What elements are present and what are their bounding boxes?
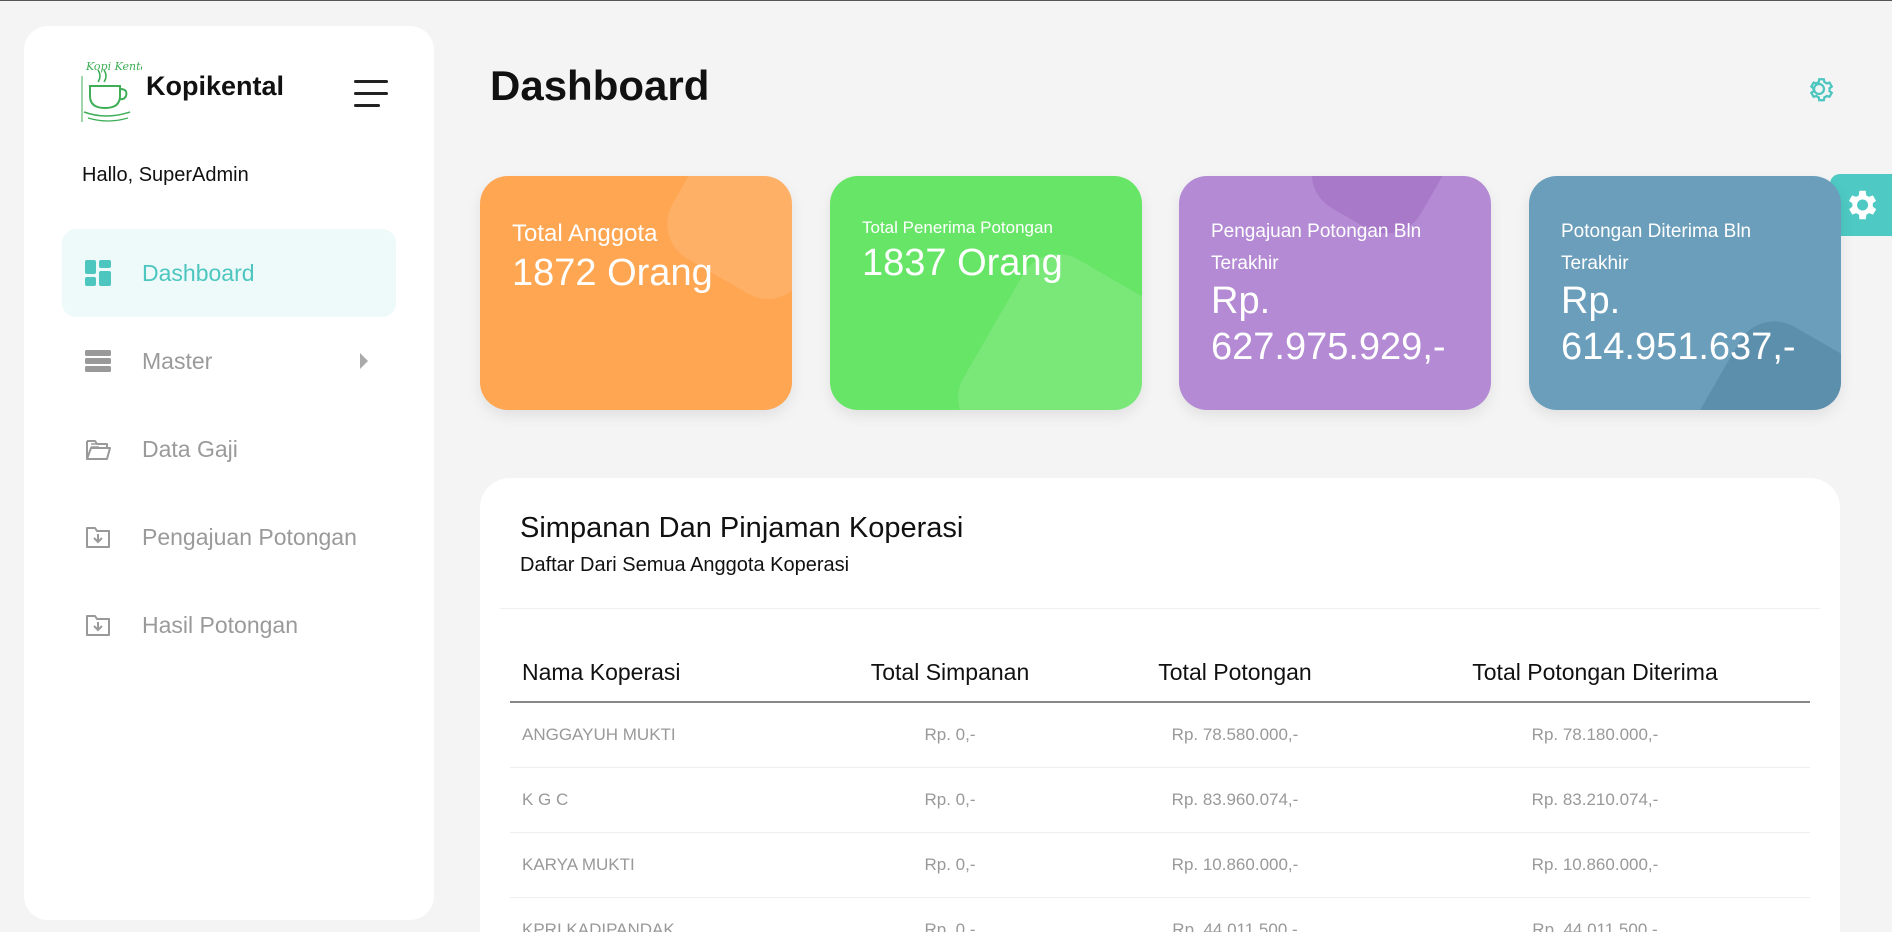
sidebar-item-pengajuan-potongan[interactable]: Pengajuan Potongan	[62, 493, 396, 581]
stat-card-potongan-diterima: Potongan Diterima Bln Terakhir Rp. 614.9…	[1529, 176, 1841, 410]
sidebar-item-label: Pengajuan Potongan	[142, 523, 357, 550]
table-row: KARYA MUKTI Rp. 0,- Rp. 10.860.000,- Rp.…	[510, 832, 1810, 898]
column-header[interactable]: Total Simpanan	[810, 644, 1090, 703]
cell-nama: KARYA MUKTI	[510, 832, 810, 898]
stat-card-total-penerima: Total Penerima Potongan 1837 Orang	[830, 176, 1142, 410]
sidebar-item-label: Data Gaji	[142, 435, 238, 462]
list-icon	[84, 347, 112, 375]
sidebar-item-label: Master	[142, 347, 213, 374]
cell-simpanan: Rp. 0,-	[810, 702, 1090, 768]
stat-card-total-anggota: Total Anggota 1872 Orang	[480, 176, 792, 410]
folder-download-icon	[84, 611, 112, 639]
cell-potongan: Rp. 78.580.000,-	[1090, 702, 1380, 768]
cell-potongan: Rp. 83.960.074,-	[1090, 767, 1380, 833]
brand[interactable]: Kopi Kental Mantap Kopikental	[76, 56, 284, 126]
cell-nama: KPRI KADIPANDAK	[510, 897, 810, 932]
page-title: Dashboard	[490, 62, 710, 109]
stat-card-label: Pengajuan Potongan Bln Terakhir	[1211, 221, 1422, 274]
folder-download-icon	[84, 523, 112, 551]
sidebar-nav: Dashboard Master Data Gaji Pengajuan Pot…	[62, 229, 396, 669]
stat-card-value: 1837 Orang	[862, 242, 1063, 284]
column-header[interactable]: Nama Koperasi	[510, 644, 810, 703]
stat-card-label: Total Penerima Potongan	[862, 218, 1053, 237]
cell-simpanan: Rp. 0,-	[810, 832, 1090, 898]
stat-card-pengajuan-potongan: Pengajuan Potongan Bln Terakhir Rp. 627.…	[1179, 176, 1491, 410]
panel-title: Simpanan Dan Pinjaman Koperasi	[520, 512, 964, 544]
panel-subtitle: Daftar Dari Semua Anggota Koperasi	[520, 554, 850, 576]
stat-card-label: Potongan Diterima Bln Terakhir	[1561, 221, 1752, 274]
greeting-text: Hallo, SuperAdmin	[82, 164, 249, 186]
chevron-right-icon	[360, 353, 368, 369]
gear-icon	[1848, 190, 1877, 220]
window-top-border	[0, 0, 1892, 1]
sidebar-item-hasil-potongan[interactable]: Hasil Potongan	[62, 581, 396, 669]
stat-card-value: Rp. 614.951.637,-	[1561, 280, 1796, 368]
cell-potongan-diterima: Rp. 83.210.074,-	[1380, 767, 1810, 833]
stat-card-value: Rp. 627.975.929,-	[1211, 280, 1446, 368]
svg-text:Kopi Kental Mantap: Kopi Kental Mantap	[85, 60, 142, 73]
folder-open-icon	[84, 435, 112, 463]
stat-card-value: 1872 Orang	[512, 252, 713, 294]
table-header-row: Nama Koperasi Total Simpanan Total Poton…	[510, 644, 1810, 703]
cell-potongan-diterima: Rp. 78.180.000,-	[1380, 702, 1810, 768]
gear-icon[interactable]	[1802, 72, 1836, 106]
cell-potongan: Rp. 44.011.500,-	[1090, 897, 1380, 932]
koperasi-table: Nama Koperasi Total Simpanan Total Poton…	[510, 644, 1810, 932]
kopikental-logo: Kopi Kental Mantap	[81, 60, 142, 122]
sidebar-item-master[interactable]: Master	[62, 317, 396, 405]
sidebar-item-data-gaji[interactable]: Data Gaji	[62, 405, 396, 493]
cell-nama: ANGGAYUH MUKTI	[510, 702, 810, 768]
app-name: Kopikental	[146, 70, 285, 101]
cell-potongan-diterima: Rp. 10.860.000,-	[1380, 832, 1810, 898]
cell-potongan-diterima: Rp. 44.011.500,-	[1380, 897, 1810, 932]
sidebar-item-label: Hasil Potongan	[142, 611, 298, 638]
cell-nama: K G C	[510, 767, 810, 833]
sidebar-item-label: Dashboard	[142, 259, 255, 286]
sidebar: Kopi Kental Mantap Kopikental Hallo, Sup…	[24, 26, 434, 920]
cell-potongan: Rp. 10.860.000,-	[1090, 832, 1380, 898]
divider	[500, 608, 1820, 609]
stat-card-label: Total Anggota	[512, 220, 658, 247]
dashboard-icon	[84, 259, 112, 287]
sidebar-item-dashboard[interactable]: Dashboard	[62, 229, 396, 317]
cell-simpanan: Rp. 0,-	[810, 897, 1090, 932]
column-header[interactable]: Total Potongan Diterima	[1380, 644, 1810, 703]
table-row: K G C Rp. 0,- Rp. 83.960.074,- Rp. 83.21…	[510, 767, 1810, 833]
table-row: ANGGAYUH MUKTI Rp. 0,- Rp. 78.580.000,- …	[510, 702, 1810, 768]
table-row: KPRI KADIPANDAK Rp. 0,- Rp. 44.011.500,-…	[510, 897, 1810, 932]
menu-toggle-icon[interactable]	[354, 80, 388, 112]
column-header[interactable]: Total Potongan	[1090, 644, 1380, 703]
koperasi-summary-panel: Simpanan Dan Pinjaman Koperasi Daftar Da…	[480, 478, 1840, 932]
cell-simpanan: Rp. 0,-	[810, 767, 1090, 833]
